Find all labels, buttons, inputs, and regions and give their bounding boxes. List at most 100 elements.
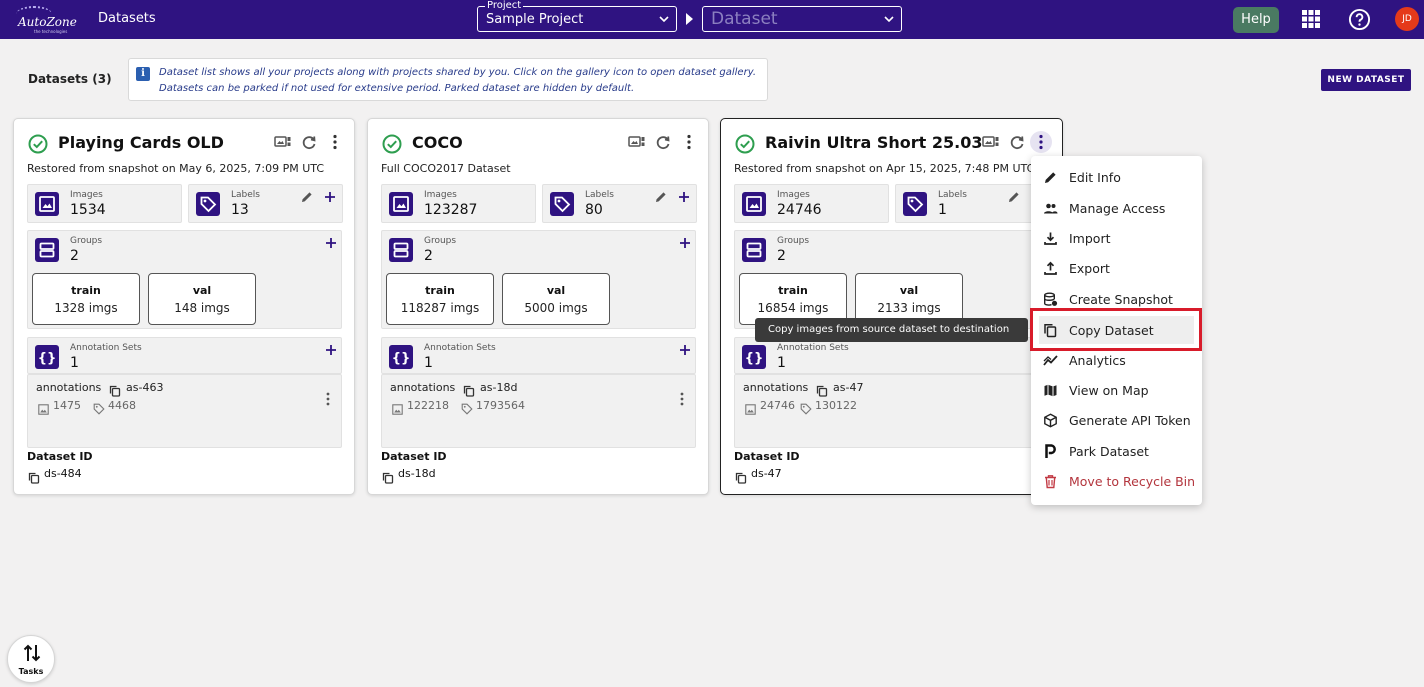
dataset-card[interactable]: Playing Cards OLD Restored from snapshot…: [13, 118, 355, 495]
split-count: 118287 imgs: [400, 301, 480, 315]
menu-item-import[interactable]: Import: [1031, 224, 1202, 252]
copy-icon[interactable]: [28, 469, 40, 484]
app-logo[interactable]: AutoZone the technologies: [14, 4, 77, 36]
labels-stat[interactable]: Labels 13: [188, 184, 343, 223]
nav-datasets-link[interactable]: Datasets: [98, 11, 156, 26]
gallery-icon[interactable]: [628, 133, 646, 151]
dataset-card[interactable]: Raivin Ultra Short 25.03 Restored from s…: [720, 118, 1063, 495]
more-options-icon[interactable]: [326, 133, 344, 151]
annotation-sets-count: 1: [777, 355, 786, 371]
annotation-sets-label: Annotation Sets: [777, 343, 849, 353]
images-stat[interactable]: Images 1534: [27, 184, 182, 223]
project-select-value: Sample Project: [486, 12, 584, 27]
split-name: train: [71, 284, 101, 297]
split-name: val: [546, 284, 566, 297]
refresh-icon[interactable]: [1008, 133, 1026, 151]
annotation-more-icon[interactable]: [325, 391, 331, 406]
menu-item-label: Analytics: [1069, 353, 1126, 368]
database-icon: [1043, 292, 1058, 307]
card-header-actions: [274, 133, 344, 153]
copy-icon[interactable]: [109, 382, 121, 397]
dataset-title[interactable]: COCO: [412, 133, 463, 152]
dataset-title[interactable]: Playing Cards OLD: [58, 133, 224, 152]
annotation-sets-count: 1: [70, 355, 79, 371]
add-group-icon[interactable]: [678, 235, 692, 249]
images-count: 123287: [424, 202, 478, 218]
menu-item-view-on-map[interactable]: View on Map: [1031, 376, 1202, 404]
refresh-icon[interactable]: [300, 133, 318, 151]
menu-item-label: Import: [1069, 231, 1111, 246]
svg-text:{}: {}: [38, 351, 56, 366]
group-split-val[interactable]: val 5000 imgs: [502, 273, 610, 325]
add-annotation-set-icon[interactable]: [678, 342, 692, 356]
project-select[interactable]: Project Sample Project: [477, 0, 677, 32]
group-split-val[interactable]: val 148 imgs: [148, 273, 256, 325]
trash-icon: [1043, 474, 1058, 489]
menu-item-move-to-recycle-bin[interactable]: Move to Recycle Bin: [1031, 467, 1202, 495]
annotation-set-item[interactable]: annotations as-18d 122218 1793564: [381, 374, 696, 448]
menu-item-park-dataset[interactable]: Park Dataset: [1031, 437, 1202, 465]
menu-item-label: Create Snapshot: [1069, 292, 1173, 307]
annotation-more-icon[interactable]: [679, 391, 685, 406]
menu-item-export[interactable]: Export: [1031, 254, 1202, 282]
copy-icon[interactable]: [382, 469, 394, 484]
image-icon: [745, 400, 756, 415]
add-annotation-set-icon[interactable]: [324, 342, 338, 356]
edit-labels-icon[interactable]: [1007, 189, 1021, 203]
gallery-icon[interactable]: [982, 133, 1000, 151]
edit-labels-icon[interactable]: [300, 189, 314, 203]
group-split-train[interactable]: train 118287 imgs: [386, 273, 494, 325]
top-app-bar: AutoZone the technologies Datasets Proje…: [0, 0, 1424, 39]
dataset-select[interactable]: Dataset: [702, 6, 902, 32]
groups-panel: Groups 2 train 16854 imgs val 2133 imgs: [734, 230, 1050, 329]
images-stat[interactable]: Images 24746: [734, 184, 889, 223]
breadcrumb-arrow-icon: [686, 13, 693, 25]
gallery-icon[interactable]: [274, 133, 292, 151]
user-avatar[interactable]: JD: [1395, 7, 1419, 31]
info-banner: i Dataset list shows all your projects a…: [128, 58, 768, 101]
labels-label: Labels: [938, 190, 967, 200]
apps-grid-icon[interactable]: [1301, 9, 1321, 29]
annotation-sets-label: Annotation Sets: [424, 343, 496, 353]
more-options-icon[interactable]: [1030, 131, 1052, 153]
menu-item-generate-api-token[interactable]: Generate API Token: [1031, 406, 1202, 434]
add-label-icon[interactable]: [323, 189, 337, 203]
copy-icon[interactable]: [463, 382, 475, 397]
menu-item-manage-access[interactable]: Manage Access: [1031, 194, 1202, 222]
page-title: Datasets (3): [28, 72, 112, 86]
add-label-icon[interactable]: [677, 189, 691, 203]
dataset-title[interactable]: Raivin Ultra Short 25.03: [765, 133, 982, 152]
images-stat[interactable]: Images 123287: [381, 184, 536, 223]
refresh-icon[interactable]: [654, 133, 672, 151]
menu-item-label: Generate API Token: [1069, 413, 1191, 428]
copy-icon[interactable]: [816, 382, 828, 397]
annotation-set-item[interactable]: annotations as-47 24746 130122: [734, 374, 1050, 448]
tag-icon: [93, 400, 105, 415]
help-button[interactable]: Help: [1233, 7, 1279, 33]
add-group-icon[interactable]: [324, 235, 338, 249]
group-split-train[interactable]: train 1328 imgs: [32, 273, 140, 325]
images-count: 24746: [777, 202, 822, 218]
annotation-set-id: as-18d: [480, 381, 518, 394]
labels-stat[interactable]: Labels 80: [542, 184, 697, 223]
tasks-button[interactable]: Tasks: [7, 635, 55, 683]
split-name: val: [899, 284, 919, 297]
split-count: 5000 imgs: [524, 301, 588, 315]
new-dataset-button[interactable]: NEW DATASET: [1321, 69, 1411, 91]
annotation-sets-panel: {} Annotation Sets 1: [381, 337, 696, 374]
status-check-icon: [28, 134, 48, 154]
annotation-set-item[interactable]: annotations as-463 1475 4468: [27, 374, 342, 448]
cube-icon: [1043, 413, 1058, 428]
labels-stat[interactable]: Labels 1: [895, 184, 1050, 223]
dataset-card[interactable]: COCO Full COCO2017 Dataset Images 123287…: [367, 118, 709, 495]
highlight-box: [1030, 308, 1202, 351]
labels-count: 13: [231, 202, 249, 218]
menu-item-edit-info[interactable]: Edit Info: [1031, 163, 1202, 191]
dataset-id-label: Dataset ID: [381, 450, 447, 463]
split-name: train: [778, 284, 808, 297]
groups-count: 2: [70, 248, 79, 264]
edit-labels-icon[interactable]: [654, 189, 668, 203]
more-options-icon[interactable]: [680, 133, 698, 151]
help-circle-icon[interactable]: [1348, 8, 1371, 31]
copy-icon[interactable]: [735, 469, 747, 484]
